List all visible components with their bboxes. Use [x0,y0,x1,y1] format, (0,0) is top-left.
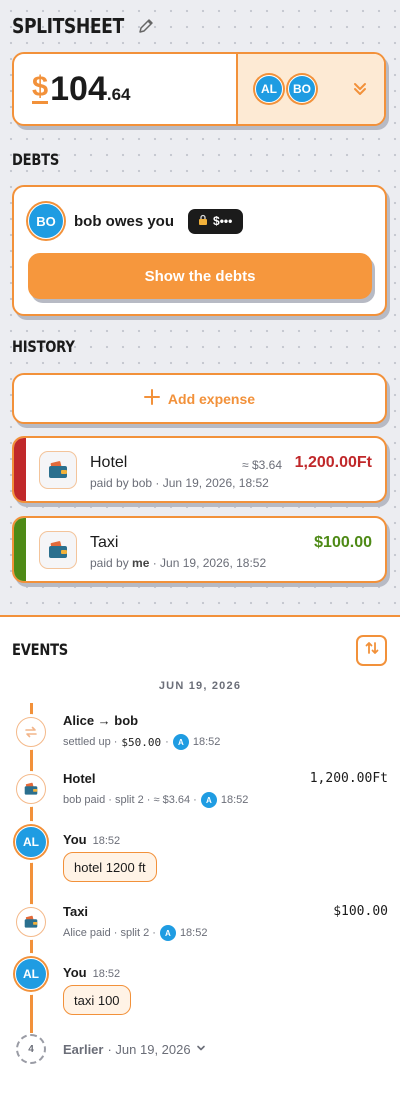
balance-currency: $ [32,71,49,104]
event-title: Hotel [63,771,96,786]
message-author: You 18:52 [63,832,121,847]
expense-row[interactable]: Taxi paid by me · Jun 19, 2026, 18:52 $1… [12,516,387,583]
event-amount: $50.00 [121,735,162,749]
balance-card: $ 104 .64 AL BO [12,52,386,126]
app-title: SPLITSHEET [12,14,124,38]
expense-converted: ≈ $3.64 [242,458,282,472]
debts-card: BO bob owes you $••• Show the debts [12,185,387,316]
history-heading: HISTORY [12,337,75,356]
expense-meta: paid by me · Jun 19, 2026, 18:52 [90,556,267,570]
pencil-icon[interactable] [136,16,156,36]
hidden-amount-pill[interactable]: $••• [188,208,244,234]
add-expense-label: Add expense [167,390,256,407]
message-author: You 18:52 [63,965,121,980]
avatar: AL [255,75,283,103]
chevron-double-down-icon[interactable] [352,81,368,97]
hidden-amount: $••• [213,214,233,228]
balance-cents: .64 [106,85,131,104]
title-row: SPLITSHEET [12,14,156,38]
expense-accent-bar [14,438,26,501]
event-meta: settled up · $50.00 · A 18:52 [63,734,221,750]
expense-name: Hotel [90,454,128,471]
message-bubble: taxi 100 [63,985,131,1015]
wallet-icon [39,531,77,569]
avatar: A [159,925,176,941]
message-bubble: hotel 1200 ft [63,852,157,882]
splitsheet-panel: SPLITSHEET $ 104 .64 AL BO DEBTS BO bob … [0,0,400,617]
balance-whole: 104 [50,69,107,108]
chevron-down-icon [195,1042,207,1057]
add-expense-button[interactable]: Add expense [12,373,387,424]
show-debts-button[interactable]: Show the debts [28,253,372,299]
event-amount: 1,200.00Ft [309,771,388,786]
plus-icon [143,389,160,408]
expense-amount: $100.00 [314,534,372,551]
event-amount: $100.00 [333,904,388,919]
event-title: Alice → bob [63,713,139,728]
balance-amount: $ 104 .64 [14,54,238,124]
lock-icon [197,214,209,229]
expense-amount: 1,200.00Ft [294,454,372,471]
sort-toggle-button[interactable] [356,635,387,666]
debts-heading: DEBTS [12,150,60,169]
avatar: A [200,792,217,808]
event-meta: Alice paid · split 2 · A 18:52 [63,925,208,941]
sort-arrows-icon [364,640,380,661]
events-heading: EVENTS [12,640,68,659]
expense-accent-bar [14,518,26,581]
wallet-icon [16,907,46,937]
event-title: Taxi [63,904,89,919]
expense-meta: paid by bob · Jun 19, 2026, 18:52 [90,476,269,490]
wallet-icon [16,774,46,804]
event-meta: bob paid · split 2 · ≈ $3.64 · A 18:52 [63,792,249,808]
wallet-icon [39,451,77,489]
avatar: AL [15,958,47,990]
avatar: A [172,734,189,750]
debt-row: BO bob owes you $••• [28,203,244,239]
avatar: BO [28,203,64,239]
events-date-header: JUN 19, 2026 [158,680,242,692]
expense-row[interactable]: Hotel paid by bob · Jun 19, 2026, 18:52 … [12,436,387,503]
debt-text: bob owes you [74,212,175,230]
earlier-toggle[interactable]: Earlier · Jun 19, 2026 [63,1042,207,1057]
earlier-count-badge[interactable]: 4 [16,1034,46,1064]
avatar: BO [288,75,316,103]
expense-name: Taxi [90,534,119,551]
members-toggle[interactable]: AL BO [238,54,384,124]
settle-icon [16,717,46,747]
avatar: AL [15,826,47,858]
